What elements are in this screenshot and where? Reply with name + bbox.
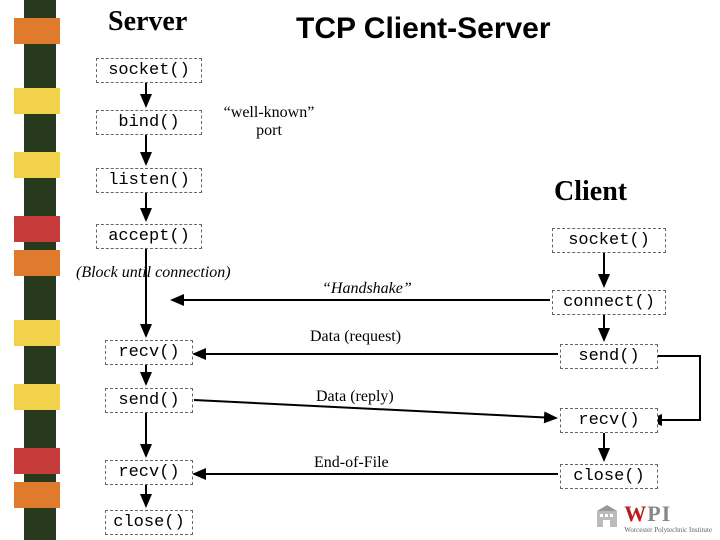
deco-block	[14, 152, 60, 178]
data-reply-label: Data (reply)	[316, 388, 394, 406]
wpi-logo: WPI Worcester Polytechnic Institute	[594, 501, 712, 534]
building-icon	[594, 505, 620, 531]
deco-block	[14, 18, 60, 44]
well-known-port-label: “well-known” port	[214, 104, 324, 140]
server-step-send: send()	[105, 388, 193, 413]
logo-pi: PI	[647, 501, 671, 526]
server-step-accept: accept()	[96, 224, 202, 249]
server-step-close: close()	[105, 510, 193, 535]
client-step-close: close()	[560, 464, 658, 489]
logo-institute: Worcester Polytechnic Institute	[624, 527, 712, 534]
block-until-connection-label: (Block until connection)	[76, 264, 256, 282]
eof-label: End-of-File	[314, 454, 389, 472]
client-step-recv: recv()	[560, 408, 658, 433]
client-step-socket: socket()	[552, 228, 666, 253]
deco-block	[14, 384, 60, 410]
client-step-send: send()	[560, 344, 658, 369]
server-heading: Server	[108, 6, 187, 38]
deco-block	[14, 216, 60, 242]
server-step-recv1: recv()	[105, 340, 193, 365]
server-step-bind: bind()	[96, 110, 202, 135]
page-title: TCP Client-Server	[296, 12, 551, 46]
data-request-label: Data (request)	[310, 328, 401, 346]
deco-block	[14, 88, 60, 114]
deco-block	[14, 320, 60, 346]
server-step-recv2: recv()	[105, 460, 193, 485]
logo-w: W	[624, 501, 647, 526]
handshake-label: “Handshake”	[322, 280, 412, 298]
deco-block	[14, 250, 60, 276]
wk-line2: port	[256, 122, 282, 139]
deco-block	[14, 448, 60, 474]
client-step-connect: connect()	[552, 290, 666, 315]
server-step-listen: listen()	[96, 168, 202, 193]
client-heading: Client	[554, 176, 627, 208]
server-step-socket: socket()	[96, 58, 202, 83]
deco-block	[14, 482, 60, 508]
wk-line1: “well-known”	[224, 104, 315, 121]
left-deco-strip	[24, 0, 56, 540]
